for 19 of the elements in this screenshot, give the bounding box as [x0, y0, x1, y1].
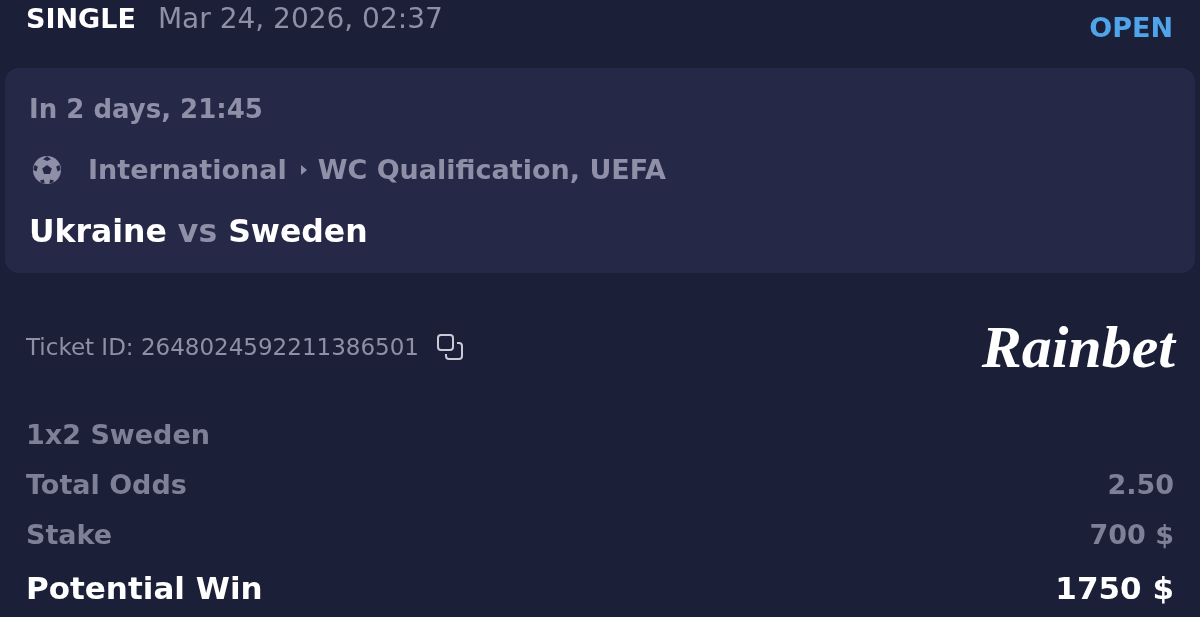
ticket-id: Ticket ID: 2648024592211386501 [26, 334, 419, 360]
bet-type: SINGLE [26, 3, 136, 35]
match-title: Ukraine vs Sweden [29, 212, 368, 249]
summary-value: 1750 $ [1055, 569, 1174, 606]
summary-label: Potential Win [26, 569, 263, 606]
bet-status: OPEN [1089, 12, 1173, 44]
event-start-time: In 2 days, 21:45 [29, 93, 263, 124]
selection-label: 1x2 Sweden [26, 418, 210, 450]
copy-icon[interactable] [436, 334, 463, 360]
competition-path: WC Qualification, UEFA [317, 154, 666, 185]
competition-path: International [88, 154, 287, 185]
logo-wordmark: Rainbet [981, 314, 1175, 380]
bet-date: Mar 24, 2026, 02:37 [157, 3, 443, 35]
summary-value: 2.50 [1107, 468, 1174, 500]
soccer-ball-icon [32, 154, 62, 185]
caret-icon [300, 164, 307, 175]
summary-value: 700 $ [1089, 518, 1174, 550]
summary-label: Stake [26, 518, 113, 550]
summary-label: Total Odds [26, 468, 187, 500]
